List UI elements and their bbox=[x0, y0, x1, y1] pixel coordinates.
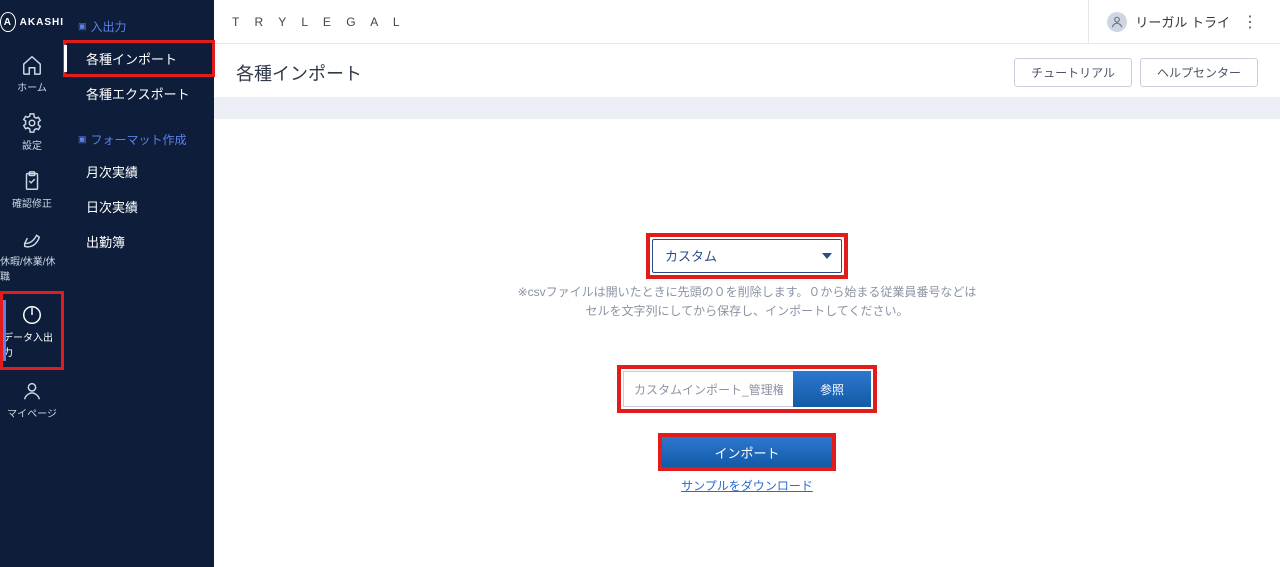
browse-button[interactable]: 参照 bbox=[793, 371, 871, 407]
sidebar-item-daily[interactable]: 日次実績 bbox=[64, 189, 214, 224]
sidebar-item-attendance[interactable]: 出勤簿 bbox=[64, 224, 214, 259]
help-center-button[interactable]: ヘルプセンター bbox=[1140, 58, 1258, 87]
csv-hint-line: セルを文字列にしてから保存し、インポートしてください。 bbox=[518, 302, 977, 321]
nav-home[interactable]: ホーム bbox=[0, 44, 64, 102]
kebab-icon[interactable]: ⋮ bbox=[1238, 12, 1262, 32]
tutorial-button[interactable]: チュートリアル bbox=[1014, 58, 1132, 87]
sidebar-group-io: 入出力 bbox=[64, 12, 214, 41]
file-name-field[interactable] bbox=[623, 371, 793, 407]
nav-label: ホーム bbox=[17, 79, 47, 94]
import-type-select-wrap: カスタム bbox=[652, 239, 842, 273]
logo: A AKASHI bbox=[0, 0, 64, 44]
sidebar-group-format: フォーマット作成 bbox=[64, 125, 214, 154]
csv-hint: ※csvファイルは開いたときに先頭の０を削除します。０から始まる従業員番号などは… bbox=[518, 283, 977, 321]
nav-data-io[interactable]: データ入出力 bbox=[0, 291, 64, 370]
logo-text: AKASHI bbox=[20, 17, 64, 28]
sidebar-item-monthly[interactable]: 月次実績 bbox=[64, 154, 214, 189]
user-menu[interactable]: リーガル トライ ⋮ bbox=[1088, 0, 1262, 43]
import-type-select[interactable]: カスタム bbox=[652, 239, 842, 273]
import-button[interactable]: インポート bbox=[662, 437, 832, 467]
sidebar: 入出力 各種インポート 各種エクスポート フォーマット作成 月次実績 日次実績 … bbox=[64, 0, 214, 567]
nav-label: マイページ bbox=[7, 405, 57, 420]
nav-label: 確認修正 bbox=[12, 195, 52, 210]
sidebar-item-import[interactable]: 各種インポート bbox=[64, 41, 214, 76]
nav-label: 設定 bbox=[22, 137, 42, 152]
nav-confirm[interactable]: 確認修正 bbox=[0, 160, 64, 218]
brand-name: T R Y L E G A L bbox=[232, 15, 406, 29]
nav-rail: A AKASHI ホーム 設定 確認修正 休暇/休業/休職 データ入出力 マイペー… bbox=[0, 0, 64, 567]
csv-hint-line: ※csvファイルは開いたときに先頭の０を削除します。０から始まる従業員番号などは bbox=[518, 283, 977, 302]
nav-mypage[interactable]: マイページ bbox=[0, 370, 64, 428]
avatar-icon bbox=[1107, 12, 1127, 32]
nav-label: 休暇/休業/休職 bbox=[0, 253, 64, 283]
gear-icon bbox=[21, 112, 43, 134]
clipboard-icon bbox=[21, 170, 43, 192]
user-name: リーガル トライ bbox=[1135, 12, 1230, 31]
file-select-row: 参照 bbox=[623, 371, 871, 407]
sample-download-link[interactable]: サンプルをダウンロード bbox=[681, 477, 813, 494]
page-header: 各種インポート チュートリアル ヘルプセンター bbox=[214, 44, 1280, 97]
nav-label: データ入出力 bbox=[3, 329, 61, 359]
user-icon bbox=[21, 380, 43, 402]
power-icon bbox=[21, 304, 43, 326]
main: T R Y L E G A L リーガル トライ ⋮ 各種インポート チュートリ… bbox=[214, 0, 1280, 567]
home-icon bbox=[21, 54, 43, 76]
nav-settings[interactable]: 設定 bbox=[0, 102, 64, 160]
bird-icon bbox=[21, 228, 43, 250]
header-band bbox=[214, 97, 1280, 119]
nav-leave[interactable]: 休暇/休業/休職 bbox=[0, 218, 64, 291]
content: カスタム ※csvファイルは開いたときに先頭の０を削除します。０から始まる従業員… bbox=[214, 119, 1280, 567]
page-title: 各種インポート bbox=[236, 60, 362, 86]
logo-icon: A bbox=[0, 12, 16, 32]
topbar: T R Y L E G A L リーガル トライ ⋮ bbox=[214, 0, 1280, 44]
sidebar-item-export[interactable]: 各種エクスポート bbox=[64, 76, 214, 111]
